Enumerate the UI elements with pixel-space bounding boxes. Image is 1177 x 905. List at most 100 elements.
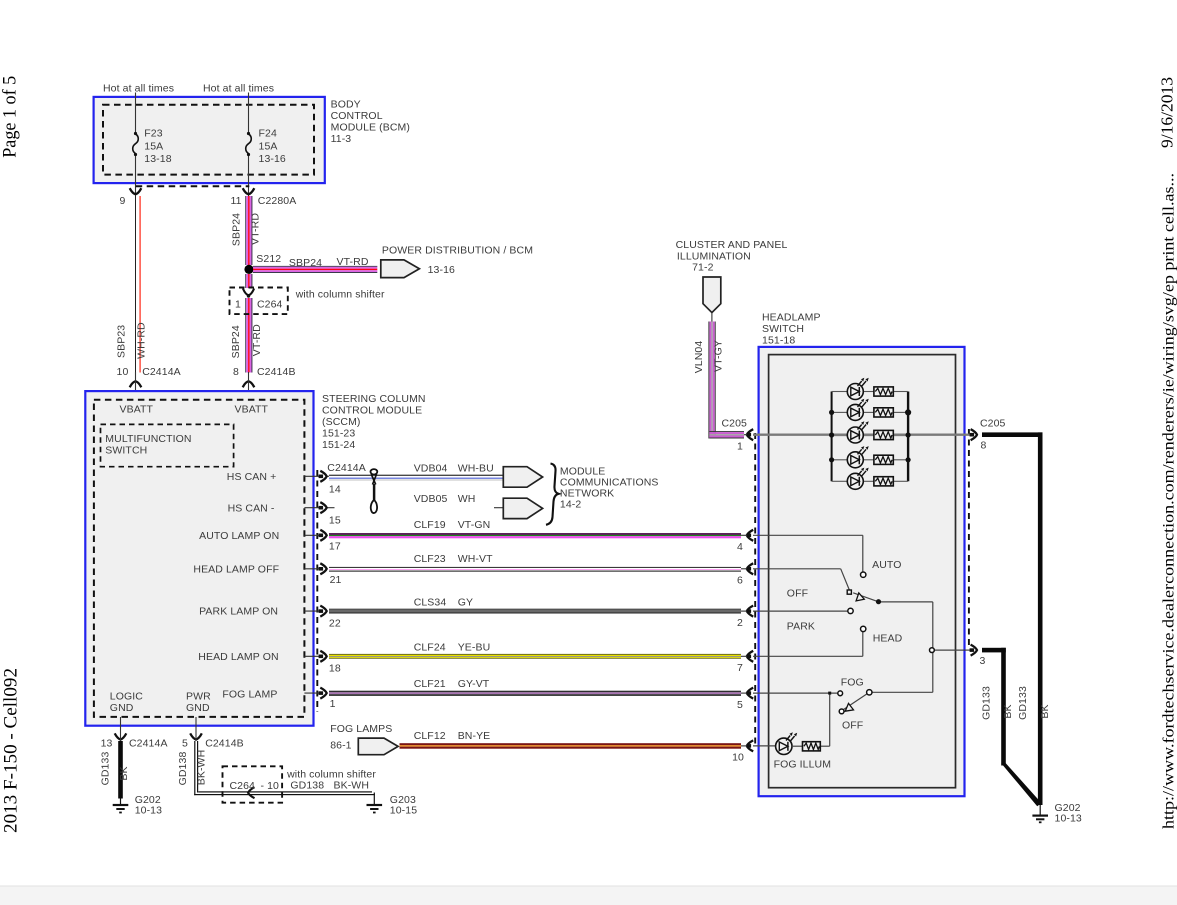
svg-text:C264: C264 bbox=[230, 780, 256, 792]
svg-text:CONTROL: CONTROL bbox=[331, 110, 383, 122]
svg-text:151-24: 151-24 bbox=[322, 439, 355, 451]
svg-text:C2280A: C2280A bbox=[258, 195, 297, 207]
svg-text:FOG ILLUM: FOG ILLUM bbox=[774, 759, 832, 771]
svg-text:GD138: GD138 bbox=[290, 780, 324, 792]
svg-text:GD133: GD133 bbox=[1017, 686, 1029, 720]
svg-text:9: 9 bbox=[120, 195, 126, 207]
svg-text:S212: S212 bbox=[256, 253, 281, 265]
svg-text:AUTO LAMP ON: AUTO LAMP ON bbox=[199, 530, 279, 542]
svg-text:POWER DISTRIBUTION / BCM: POWER DISTRIBUTION / BCM bbox=[382, 245, 533, 257]
svg-text:VLN04: VLN04 bbox=[693, 341, 705, 374]
svg-text:C2414A: C2414A bbox=[142, 366, 181, 378]
svg-text:F24: F24 bbox=[259, 127, 277, 139]
svg-text:151-18: 151-18 bbox=[762, 334, 795, 346]
svg-text:WH-VT: WH-VT bbox=[458, 553, 493, 565]
svg-text:14-2: 14-2 bbox=[560, 498, 581, 510]
svg-text:C2414B: C2414B bbox=[205, 738, 244, 750]
svg-text:GD138: GD138 bbox=[177, 752, 189, 786]
svg-text:STEERING COLUMN: STEERING COLUMN bbox=[322, 393, 426, 405]
svg-text:Hot at all times: Hot at all times bbox=[203, 83, 274, 95]
svg-text:HEAD: HEAD bbox=[873, 632, 903, 644]
svg-text:9/16/2013: 9/16/2013 bbox=[1158, 77, 1177, 148]
svg-text:C2414A: C2414A bbox=[129, 738, 168, 750]
svg-text:GD133: GD133 bbox=[100, 752, 112, 786]
svg-text:1: 1 bbox=[330, 698, 336, 710]
svg-text:7: 7 bbox=[737, 662, 743, 674]
svg-text:1: 1 bbox=[737, 441, 743, 453]
svg-text:GD133: GD133 bbox=[980, 686, 992, 720]
svg-text:MULTIFUNCTION: MULTIFUNCTION bbox=[105, 433, 191, 445]
svg-text:Page 1 of 5: Page 1 of 5 bbox=[0, 76, 21, 158]
svg-text:GND: GND bbox=[110, 702, 134, 714]
svg-text:BK-WH: BK-WH bbox=[334, 780, 370, 792]
svg-text:71-2: 71-2 bbox=[692, 262, 713, 274]
svg-text:CLF23: CLF23 bbox=[414, 553, 446, 565]
svg-text:BK: BK bbox=[1002, 704, 1014, 718]
svg-text:C2414B: C2414B bbox=[257, 366, 296, 378]
svg-text:15: 15 bbox=[329, 515, 341, 527]
svg-text:18: 18 bbox=[329, 662, 341, 674]
svg-text:HS CAN +: HS CAN + bbox=[227, 471, 277, 483]
svg-text:with column shifter: with column shifter bbox=[295, 288, 385, 300]
svg-text:VDB04: VDB04 bbox=[414, 463, 448, 475]
svg-text:VBATT: VBATT bbox=[120, 404, 154, 416]
svg-text:SBP23: SBP23 bbox=[115, 325, 127, 358]
svg-text:AUTO: AUTO bbox=[872, 559, 901, 571]
svg-text:PWR: PWR bbox=[186, 691, 211, 703]
svg-text:YE-BU: YE-BU bbox=[458, 641, 491, 653]
svg-text:(SCCM): (SCCM) bbox=[322, 416, 361, 428]
svg-text:13-16: 13-16 bbox=[428, 264, 455, 276]
svg-text:FOG LAMP: FOG LAMP bbox=[222, 688, 277, 700]
svg-text:5: 5 bbox=[737, 699, 743, 711]
svg-text:151-23: 151-23 bbox=[322, 428, 355, 440]
svg-text:CONTROL MODULE: CONTROL MODULE bbox=[322, 405, 422, 417]
svg-text:WH-RD: WH-RD bbox=[136, 322, 148, 359]
svg-text:VT-RD: VT-RD bbox=[250, 213, 262, 245]
svg-text:F23: F23 bbox=[144, 127, 162, 139]
svg-text:CLUSTER AND PANEL: CLUSTER AND PANEL bbox=[676, 239, 788, 251]
svg-text:HEAD LAMP OFF: HEAD LAMP OFF bbox=[193, 563, 279, 575]
svg-text:C205: C205 bbox=[980, 418, 1006, 430]
svg-text:http://www.fordtechservice.dea: http://www.fordtechservice.dealerconnect… bbox=[1161, 173, 1177, 829]
svg-text:HEADLAMP: HEADLAMP bbox=[762, 311, 821, 323]
svg-text:FOG LAMPS: FOG LAMPS bbox=[330, 723, 392, 735]
svg-text:OFF: OFF bbox=[842, 719, 863, 731]
svg-text:FOG: FOG bbox=[841, 676, 864, 688]
svg-text:SBP24: SBP24 bbox=[230, 325, 242, 358]
svg-text:13-16: 13-16 bbox=[259, 153, 286, 165]
svg-text:BN-YE: BN-YE bbox=[458, 730, 491, 742]
svg-text:2013 F-150 - Cell092: 2013 F-150 - Cell092 bbox=[1, 668, 22, 833]
svg-text:Hot at all times: Hot at all times bbox=[103, 83, 174, 95]
svg-text:GY-VT: GY-VT bbox=[458, 678, 490, 690]
svg-text:BODY: BODY bbox=[331, 99, 361, 111]
svg-text:2: 2 bbox=[737, 617, 743, 629]
svg-text:5: 5 bbox=[182, 738, 188, 750]
svg-text:21: 21 bbox=[330, 574, 342, 586]
svg-text:SBP24: SBP24 bbox=[230, 213, 242, 246]
svg-text:GY: GY bbox=[458, 597, 473, 609]
svg-text:CLS34: CLS34 bbox=[414, 597, 447, 609]
svg-text:PARK LAMP ON: PARK LAMP ON bbox=[199, 606, 278, 618]
svg-text:VBATT: VBATT bbox=[235, 404, 269, 416]
svg-text:OFF: OFF bbox=[787, 588, 808, 600]
svg-text:6: 6 bbox=[737, 575, 743, 587]
svg-text:4: 4 bbox=[737, 541, 743, 553]
svg-text:LOGIC: LOGIC bbox=[110, 691, 143, 703]
svg-text:WH-BU: WH-BU bbox=[458, 463, 494, 475]
svg-text:GND: GND bbox=[186, 702, 210, 714]
svg-text:WH: WH bbox=[458, 493, 476, 505]
svg-text:86-1: 86-1 bbox=[330, 740, 351, 752]
svg-text:CLF21: CLF21 bbox=[414, 678, 446, 690]
svg-text:BK: BK bbox=[118, 766, 130, 780]
svg-text:VT-GY: VT-GY bbox=[712, 340, 724, 372]
svg-text:10-13: 10-13 bbox=[1055, 813, 1082, 825]
svg-text:CLF12: CLF12 bbox=[414, 730, 446, 742]
svg-text:17: 17 bbox=[329, 541, 341, 553]
svg-text:15A: 15A bbox=[259, 140, 278, 152]
svg-text:BK-WH: BK-WH bbox=[196, 750, 208, 786]
svg-text:SBP24: SBP24 bbox=[289, 257, 322, 269]
svg-text:C205: C205 bbox=[722, 418, 748, 430]
svg-text:VT-RD: VT-RD bbox=[337, 256, 369, 268]
svg-text:CLF24: CLF24 bbox=[414, 641, 446, 653]
svg-text:11-3: 11-3 bbox=[331, 133, 352, 145]
